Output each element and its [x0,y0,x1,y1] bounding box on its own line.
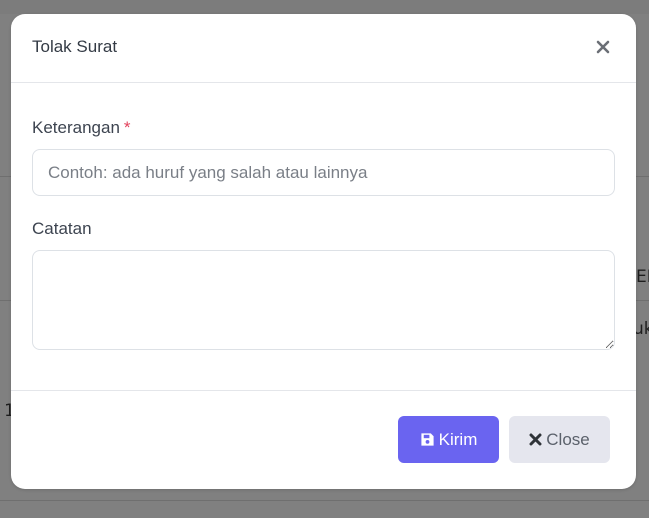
required-mark: * [123,118,131,137]
background-divider [0,500,649,501]
save-icon [420,432,435,447]
modal-title: Tolak Surat [32,37,118,56]
catatan-label: Catatan [32,219,92,238]
modal-footer: Kirim Close [11,390,636,489]
modal-header: Tolak Surat [11,14,636,83]
catatan-textarea[interactable] [32,250,615,350]
close-button[interactable]: Close [509,416,610,463]
submit-button[interactable]: Kirim [398,416,499,463]
keterangan-input[interactable] [32,149,615,196]
keterangan-label: Keterangan * [32,118,131,138]
close-button-label: Close [546,429,590,449]
background-table-header-fragment: ER [636,267,649,287]
close-icon[interactable] [596,40,610,54]
times-icon [529,433,542,446]
reject-letter-modal: Tolak Surat Keterangan* Catatan Kirim [11,14,636,489]
keterangan-label-text: Keterangan [32,118,120,137]
background-topbar [0,0,649,14]
submit-button-label: Kirim [438,429,478,449]
